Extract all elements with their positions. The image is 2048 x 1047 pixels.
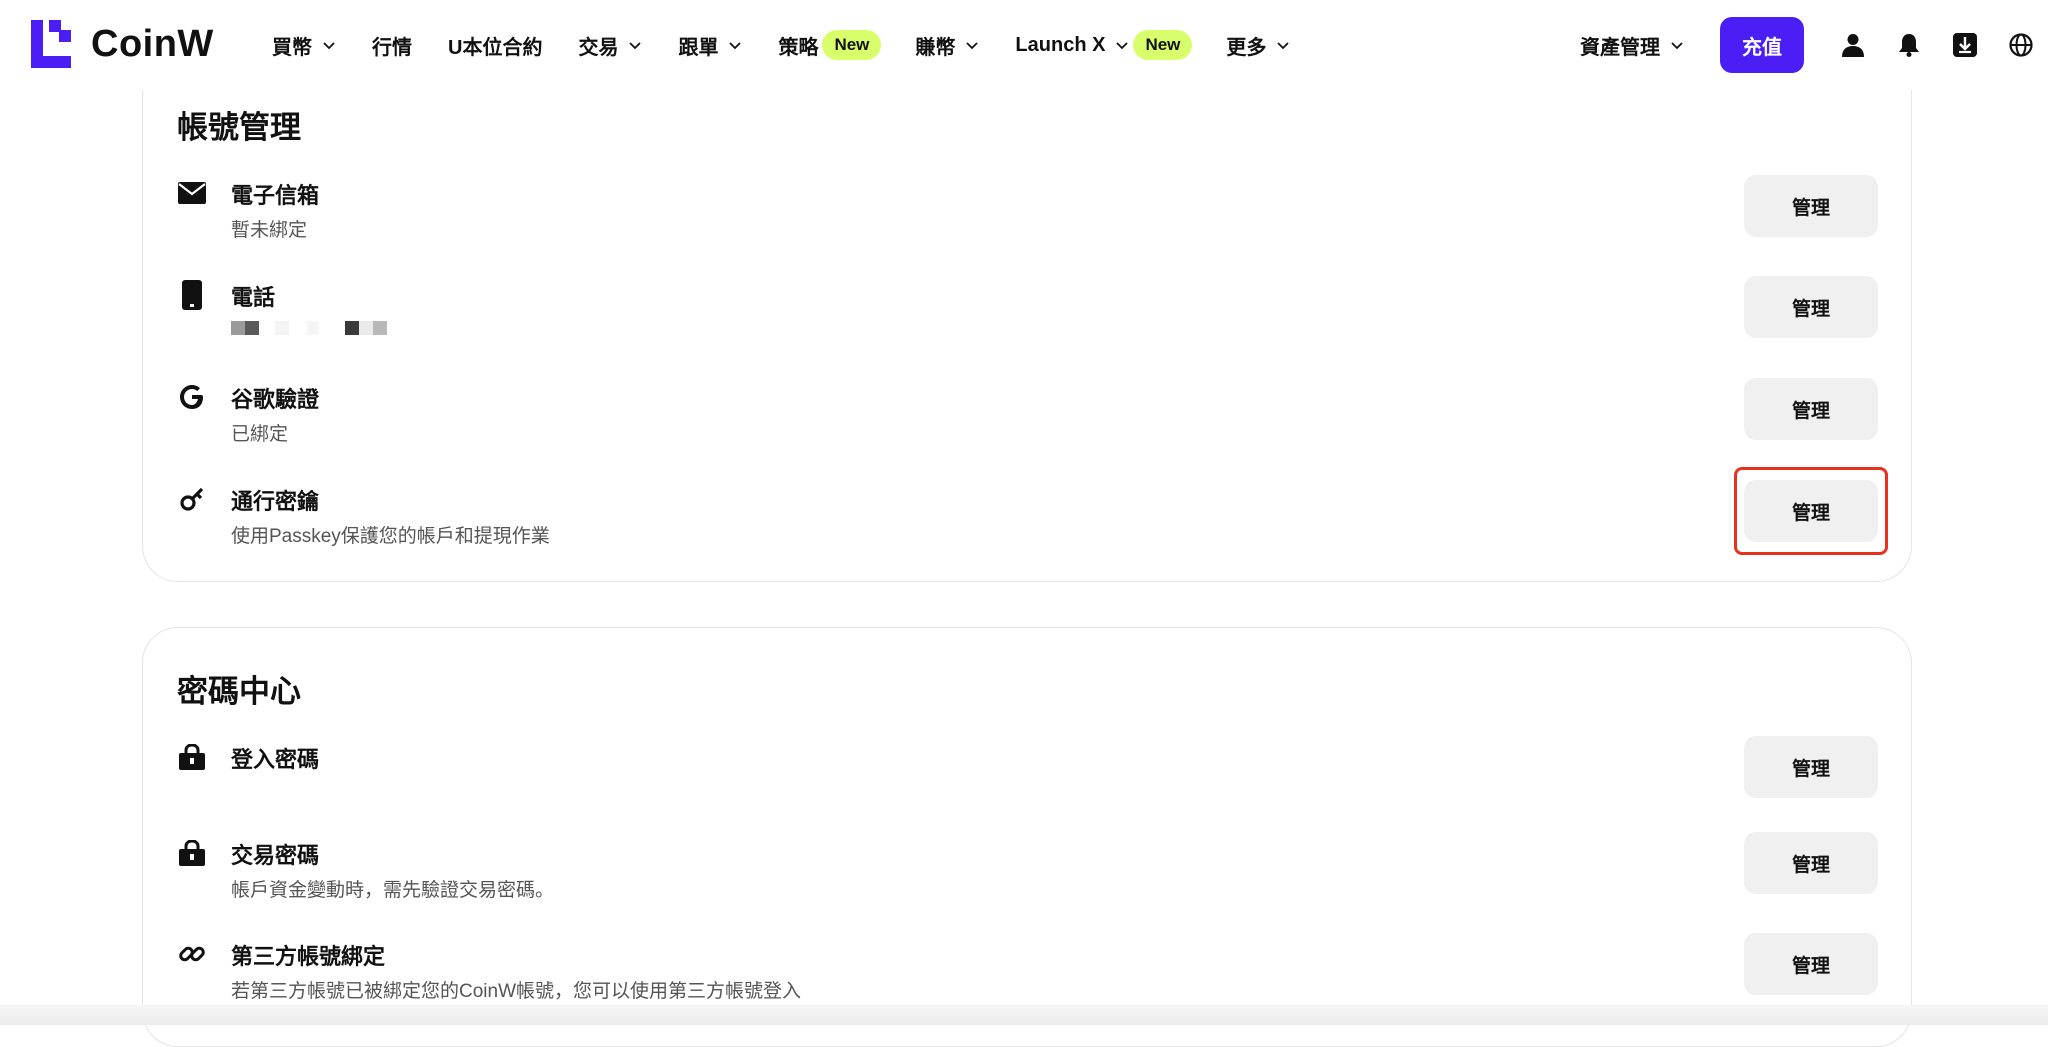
top-navigation-bar: CoinW 買幣 行情 U本位合約 交易 跟單 策略 New 賺幣 Launch… <box>0 0 2048 90</box>
chevron-down-icon <box>1671 42 1683 50</box>
nav-label: 交易 <box>578 36 619 59</box>
nav-item-strategy[interactable]: 策略 New <box>778 0 882 90</box>
main-nav: 買幣 行情 U本位合約 交易 跟單 策略 New 賺幣 Launch X New <box>272 0 1290 90</box>
chevron-down-icon <box>729 42 742 50</box>
manage-login-password-button[interactable]: 管理 <box>1744 736 1878 798</box>
row-title: 通行密鑰 <box>231 489 320 514</box>
mail-icon <box>177 178 207 208</box>
nav-item-usdt-futures[interactable]: U本位合約 <box>448 0 542 90</box>
asset-management-menu[interactable]: 資產管理 <box>1580 31 1684 60</box>
globe-icon[interactable] <box>2008 32 2034 58</box>
nav-label: 買幣 <box>272 36 312 59</box>
nav-label: U本位合約 <box>448 36 543 59</box>
nav-item-more[interactable]: 更多 <box>1226 0 1290 90</box>
nav-item-markets[interactable]: 行情 <box>372 0 412 90</box>
nav-label: Launch X <box>1015 33 1106 56</box>
password-row-trading: 交易密碼 帳戶資金變動時，需先驗證交易密碼。 <box>177 834 1877 924</box>
row-title: 登入密碼 <box>231 747 320 772</box>
manage-third-party-button[interactable]: 管理 <box>1744 933 1878 995</box>
section-title: 帳號管理 <box>177 110 301 145</box>
section-title: 密碼中心 <box>177 674 301 709</box>
page-bottom-edge <box>0 1005 2048 1025</box>
google-icon <box>177 382 207 412</box>
password-row-login: 登入密碼 <box>177 738 1877 828</box>
link-icon <box>177 939 207 969</box>
manage-email-button[interactable]: 管理 <box>1744 175 1878 237</box>
nav-label: 更多 <box>1226 36 1267 59</box>
chevron-down-icon <box>1277 42 1290 50</box>
chevron-down-icon <box>1116 42 1129 50</box>
manage-trading-password-button[interactable]: 管理 <box>1744 832 1878 894</box>
new-badge: New <box>822 30 882 60</box>
nav-label: 策略 <box>778 36 819 59</box>
account-management-card: 帳號管理 電子信箱 暫未綁定 管理 電話 管理 谷歌驗證 已綁定 管理 通行密鑰… <box>142 60 1912 582</box>
coinw-logo-mark <box>31 20 71 68</box>
key-icon <box>177 484 207 514</box>
row-title: 第三方帳號綁定 <box>231 944 386 969</box>
nav-item-earn[interactable]: 賺幣 <box>915 0 979 90</box>
nav-item-trade[interactable]: 交易 <box>578 0 642 90</box>
asset-management-label: 資產管理 <box>1580 36 1660 59</box>
account-row-passkey: 通行密鑰 使用Passkey保護您的帳戶和提現作業 <box>177 480 1877 570</box>
phone-icon <box>177 280 207 310</box>
row-title: 谷歌驗證 <box>231 387 320 412</box>
masked-phone-number <box>231 321 387 335</box>
account-row-email: 電子信箱 暫未綁定 <box>177 174 1877 264</box>
lock-icon <box>177 742 207 772</box>
download-icon[interactable] <box>1952 32 1978 58</box>
manage-phone-button[interactable]: 管理 <box>1744 276 1878 338</box>
nav-label: 賺幣 <box>915 36 956 59</box>
password-center-card: 密碼中心 登入密碼 管理 交易密碼 帳戶資金變動時，需先驗證交易密碼。 管理 第… <box>142 627 1912 1047</box>
brand-name: CoinW <box>91 22 214 65</box>
bell-icon[interactable] <box>1896 32 1922 58</box>
chevron-down-icon <box>966 42 979 50</box>
chevron-down-icon <box>629 42 642 50</box>
row-subtitle: 帳戶資金變動時，需先驗證交易密碼。 <box>231 880 555 901</box>
row-subtitle: 使用Passkey保護您的帳戶和提現作業 <box>231 526 550 547</box>
account-row-phone: 電話 <box>177 276 1877 366</box>
nav-item-buy-crypto[interactable]: 買幣 <box>272 0 336 90</box>
row-subtitle: 暫未綁定 <box>231 220 308 241</box>
coinw-logo[interactable]: CoinW <box>31 20 214 68</box>
nav-item-launch-x[interactable]: Launch X New <box>1015 0 1193 90</box>
row-subtitle: 已綁定 <box>231 424 289 445</box>
manage-passkey-button[interactable]: 管理 <box>1744 480 1878 542</box>
account-row-google-auth: 谷歌驗證 已綁定 <box>177 378 1877 468</box>
row-subtitle: 若第三方帳號已被綁定您的CoinW帳號，您可以使用第三方帳號登入 <box>231 981 802 1002</box>
deposit-button[interactable]: 充值 <box>1720 17 1804 73</box>
nav-item-copy-trading[interactable]: 跟單 <box>678 0 742 90</box>
new-badge: New <box>1133 30 1193 60</box>
nav-label: 行情 <box>372 36 412 59</box>
chevron-down-icon <box>323 42 335 50</box>
row-title: 電子信箱 <box>231 183 320 208</box>
row-title: 交易密碼 <box>231 843 320 868</box>
row-title: 電話 <box>231 285 276 310</box>
header-tools: 資產管理 充值 <box>1580 0 2048 90</box>
manage-google-auth-button[interactable]: 管理 <box>1744 378 1878 440</box>
nav-label: 跟單 <box>678 36 719 59</box>
lock-icon <box>177 838 207 868</box>
user-icon[interactable] <box>1840 32 1866 58</box>
